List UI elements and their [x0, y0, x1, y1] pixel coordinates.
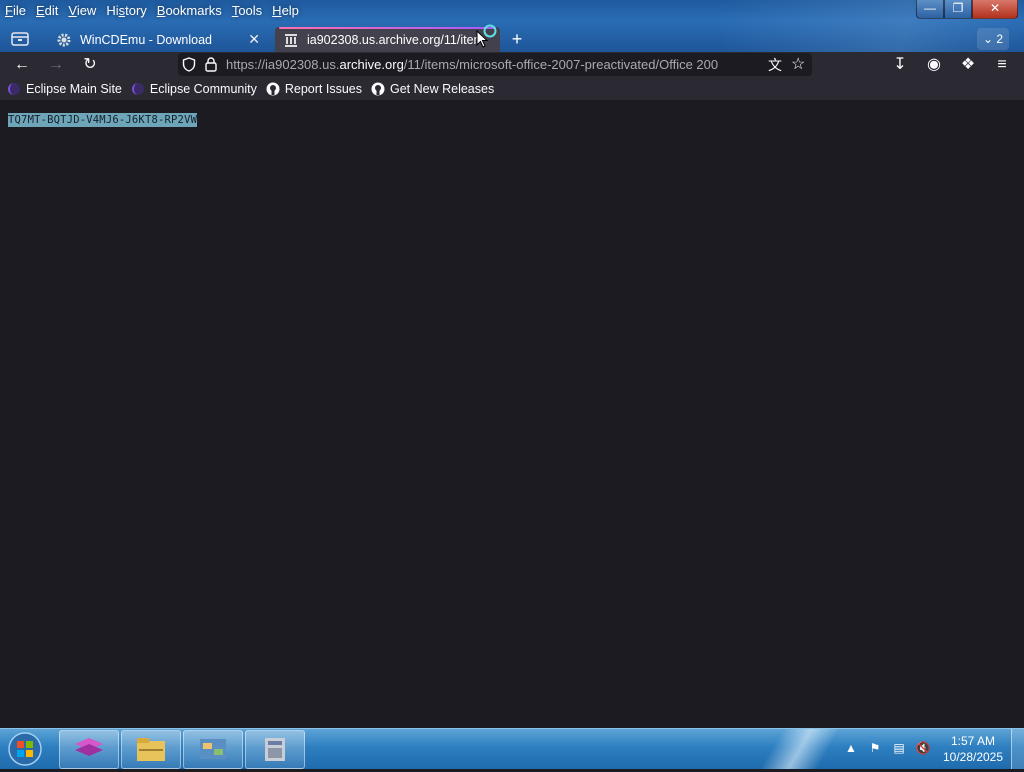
- close-tab-icon[interactable]: ✕: [248, 31, 260, 48]
- forward-arrow-icon: →: [48, 56, 64, 73]
- network-icon[interactable]: ▤: [890, 739, 908, 757]
- control-panel-icon: [200, 739, 226, 759]
- menu-file[interactable]: File: [0, 0, 31, 20]
- file-explorer-icon: [137, 738, 165, 761]
- tab-title: WinCDEmu - Download: [80, 32, 212, 47]
- url-text[interactable]: https://ia902308.us.archive.org/11/items…: [226, 57, 762, 72]
- firefox-view-icon: [11, 32, 29, 46]
- tab-archive[interactable]: ia902308.us.archive.org/11/item: [275, 24, 500, 52]
- list-all-tabs-button[interactable]: ⌄ 2: [977, 28, 1009, 50]
- windows-logo-icon: [8, 732, 42, 766]
- translate-icon[interactable]: 文: [768, 55, 782, 75]
- hamburger-menu-icon: ≡: [997, 56, 1007, 73]
- clock-date: 10/28/2025: [942, 750, 1004, 764]
- page-content: TQ7MT-BQTJD-V4MJ6-J6KT8-RP2VW: [0, 100, 1024, 728]
- start-button[interactable]: [4, 731, 46, 767]
- show-hidden-icons-icon[interactable]: ▲: [842, 739, 860, 757]
- windows-taskbar: ▲ ⚑ ▤ 🔇 1:57 AM 10/28/2025: [0, 728, 1024, 769]
- menu-tools[interactable]: Tools: [227, 0, 267, 20]
- navigation-toolbar: ← → ↻ https://ia902308.us.archive.org/11…: [0, 52, 1024, 77]
- menu-view[interactable]: View: [63, 0, 101, 20]
- github-icon: [266, 82, 280, 95]
- action-center-icon[interactable]: ⚑: [866, 739, 884, 757]
- tab-bar: WinCDEmu - Download ✕ ia902308.us.archiv…: [0, 24, 1024, 52]
- menu-bar: File Edit View History Bookmarks Tools H…: [0, 0, 304, 20]
- bookmarks-toolbar: Eclipse Main Site Eclipse Community Repo…: [0, 77, 1024, 100]
- archive-icon: [285, 33, 297, 47]
- account-icon: ◉: [927, 56, 941, 73]
- downloads-button[interactable]: ↧: [887, 52, 913, 77]
- gear-icon: [57, 33, 71, 46]
- extensions-button[interactable]: ❖: [955, 52, 981, 77]
- eclipse-icon: [8, 82, 20, 95]
- installer-icon: [265, 738, 285, 761]
- lock-icon[interactable]: [205, 57, 217, 72]
- close-window-button[interactable]: ✕: [972, 0, 1018, 19]
- menu-history[interactable]: History: [101, 0, 151, 20]
- window-controls: — ❐ ✕: [916, 0, 1018, 19]
- new-tab-button[interactable]: +: [506, 29, 528, 49]
- puzzle-icon: ❖: [960, 56, 976, 73]
- mouse-pointer-icon: [476, 30, 488, 48]
- volume-muted-icon[interactable]: 🔇: [914, 739, 932, 757]
- reload-icon: ↻: [83, 56, 97, 73]
- firefox-view-button[interactable]: [6, 28, 34, 50]
- back-arrow-icon: ←: [14, 56, 30, 73]
- reload-button[interactable]: ↻: [77, 52, 103, 77]
- account-button[interactable]: ◉: [921, 52, 947, 77]
- minimize-button[interactable]: —: [916, 0, 944, 19]
- menu-help[interactable]: Help: [267, 0, 304, 20]
- github-icon: [371, 82, 385, 95]
- taskbar-app[interactable]: [245, 730, 305, 769]
- selected-product-key-text[interactable]: TQ7MT-BQTJD-V4MJ6-J6KT8-RP2VW: [8, 113, 198, 127]
- back-button[interactable]: ←: [9, 52, 35, 77]
- chevron-down-icon: ⌄: [982, 32, 994, 46]
- app-menu-button[interactable]: ≡: [989, 52, 1015, 77]
- menu-bookmarks[interactable]: Bookmarks: [152, 0, 227, 20]
- url-bar[interactable]: https://ia902308.us.archive.org/11/items…: [178, 53, 812, 76]
- bookmark-item[interactable]: Eclipse Community: [131, 82, 257, 96]
- download-icon: ↧: [893, 56, 907, 73]
- shield-icon[interactable]: [182, 57, 196, 72]
- tab-wincdemu[interactable]: WinCDEmu - Download ✕: [48, 27, 268, 52]
- clock-time: 1:57 AM: [950, 734, 996, 748]
- bookmark-item[interactable]: Get New Releases: [371, 82, 494, 96]
- show-desktop-button[interactable]: [1011, 729, 1024, 769]
- bookmark-item[interactable]: Report Issues: [266, 82, 362, 96]
- taskbar-app[interactable]: [183, 730, 243, 769]
- bookmark-star-icon[interactable]: ☆: [791, 54, 805, 74]
- taskbar-app[interactable]: [59, 730, 119, 769]
- tab-count: 2: [996, 32, 1004, 46]
- menu-edit[interactable]: Edit: [31, 0, 63, 20]
- taskbar-app[interactable]: [121, 730, 181, 769]
- system-tray: ▲ ⚑ ▤ 🔇: [842, 739, 938, 757]
- tab-title: ia902308.us.archive.org/11/item: [307, 32, 484, 47]
- bookmark-item[interactable]: Eclipse Main Site: [7, 82, 122, 96]
- forward-button[interactable]: →: [43, 52, 69, 77]
- eclipse-icon: [131, 82, 144, 95]
- visual-studio-icon: [75, 738, 103, 756]
- restore-button[interactable]: ❐: [944, 0, 972, 19]
- clock[interactable]: 1:57 AM 10/28/2025: [940, 733, 1006, 765]
